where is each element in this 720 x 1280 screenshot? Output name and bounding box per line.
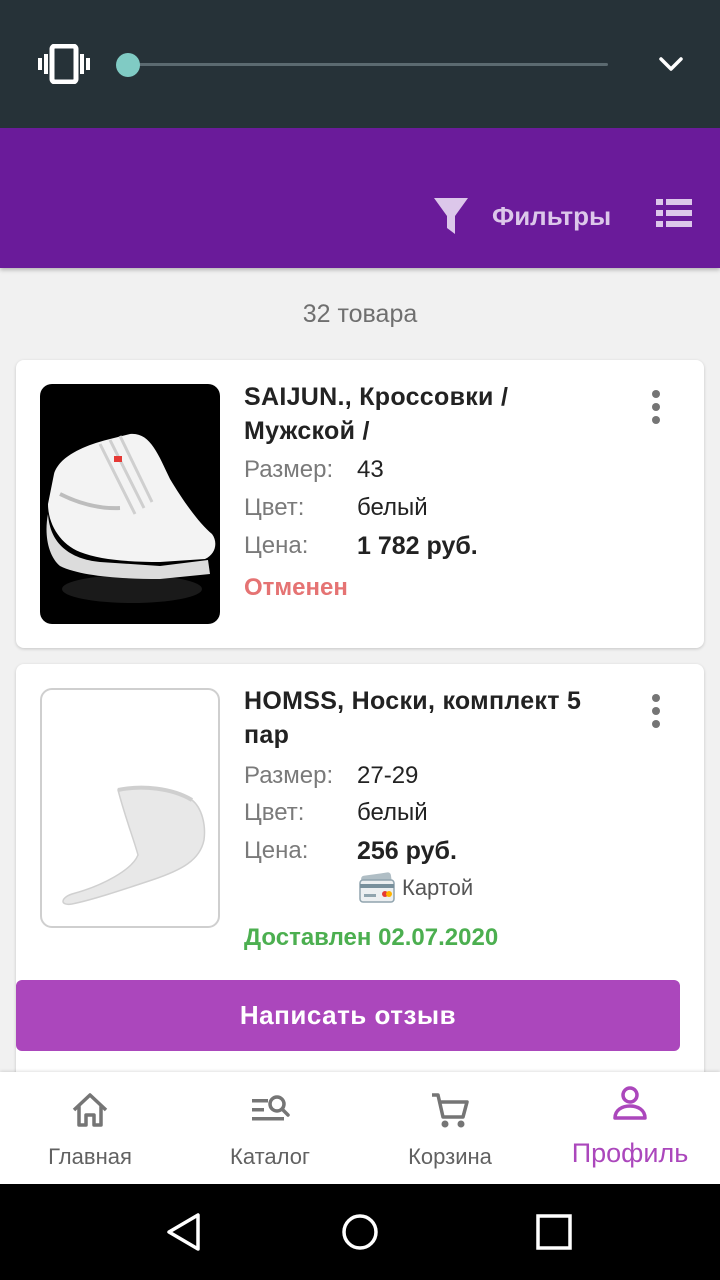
order-card[interactable]: HOMSS, Носки, комплект 5 пар Размер: 27-… [16,664,704,1084]
home-button-icon[interactable] [340,1212,380,1252]
filters-label: Фильтры [492,200,612,231]
sneaker-image[interactable] [40,384,220,624]
more-options-icon[interactable] [644,694,668,730]
nav-label: Главная [48,1144,132,1169]
list-view-icon[interactable] [656,198,692,228]
nav-item-catalog[interactable]: Каталог [180,1072,360,1184]
home-icon [72,1093,108,1127]
color-label: Цвет: [244,494,305,521]
catalog-search-icon [252,1095,290,1121]
product-title[interactable]: HOMSS, Носки, комплект 5 пар [244,684,624,752]
nav-label: Каталог [230,1144,310,1169]
payment-label: Картой [402,875,474,900]
size-label: Размер: [244,762,334,789]
nav-label: Профиль [571,1138,689,1168]
size-label: Размер: [244,456,334,483]
product-title[interactable]: SAIJUN., Кроссовки / Мужской / [244,380,624,448]
price-value: 1 782 руб. [357,532,478,560]
profile-icon [613,1086,647,1120]
color-value: белый [357,799,428,826]
volume-slider-track[interactable] [128,63,608,66]
order-card[interactable]: SAIJUN., Кроссовки / Мужской / Размер: 4… [16,360,704,648]
cart-icon [432,1093,469,1128]
volume-panel [0,0,720,128]
payment-method: Картой [358,872,473,904]
order-status: Доставлен 02.07.2020 [244,924,499,951]
write-review-button[interactable]: Написать отзыв [16,980,680,1051]
color-value: белый [357,494,428,521]
results-count: 32 товара [302,300,418,328]
vibrate-icon[interactable] [38,44,90,84]
system-navigation-bar [0,1184,720,1280]
order-status: Отменен [244,574,348,601]
app-header: Фильтры [0,128,720,268]
color-label: Цвет: [244,799,305,826]
size-value: 43 [357,456,384,483]
filter-icon [434,198,468,234]
recents-icon[interactable] [534,1212,574,1252]
price-label: Цена: [244,837,309,864]
volume-slider-thumb[interactable] [116,53,140,77]
size-value: 27-29 [357,762,419,789]
back-icon[interactable] [164,1212,204,1252]
nav-item-cart[interactable]: Корзина [360,1072,540,1184]
nav-label: Корзина [408,1144,492,1169]
chevron-down-icon[interactable] [656,52,686,76]
bottom-navigation: Главная Каталог Корзина Профиль [0,1072,720,1184]
filters-button[interactable]: Фильтры [432,194,611,238]
nav-item-home[interactable]: Главная [0,1072,180,1184]
price-label: Цена: [244,532,309,559]
sock-image[interactable] [40,688,220,928]
nav-item-profile[interactable]: Профиль [540,1072,720,1184]
more-options-icon[interactable] [644,390,668,426]
credit-card-icon [359,872,395,903]
price-value: 256 руб. [357,837,457,865]
